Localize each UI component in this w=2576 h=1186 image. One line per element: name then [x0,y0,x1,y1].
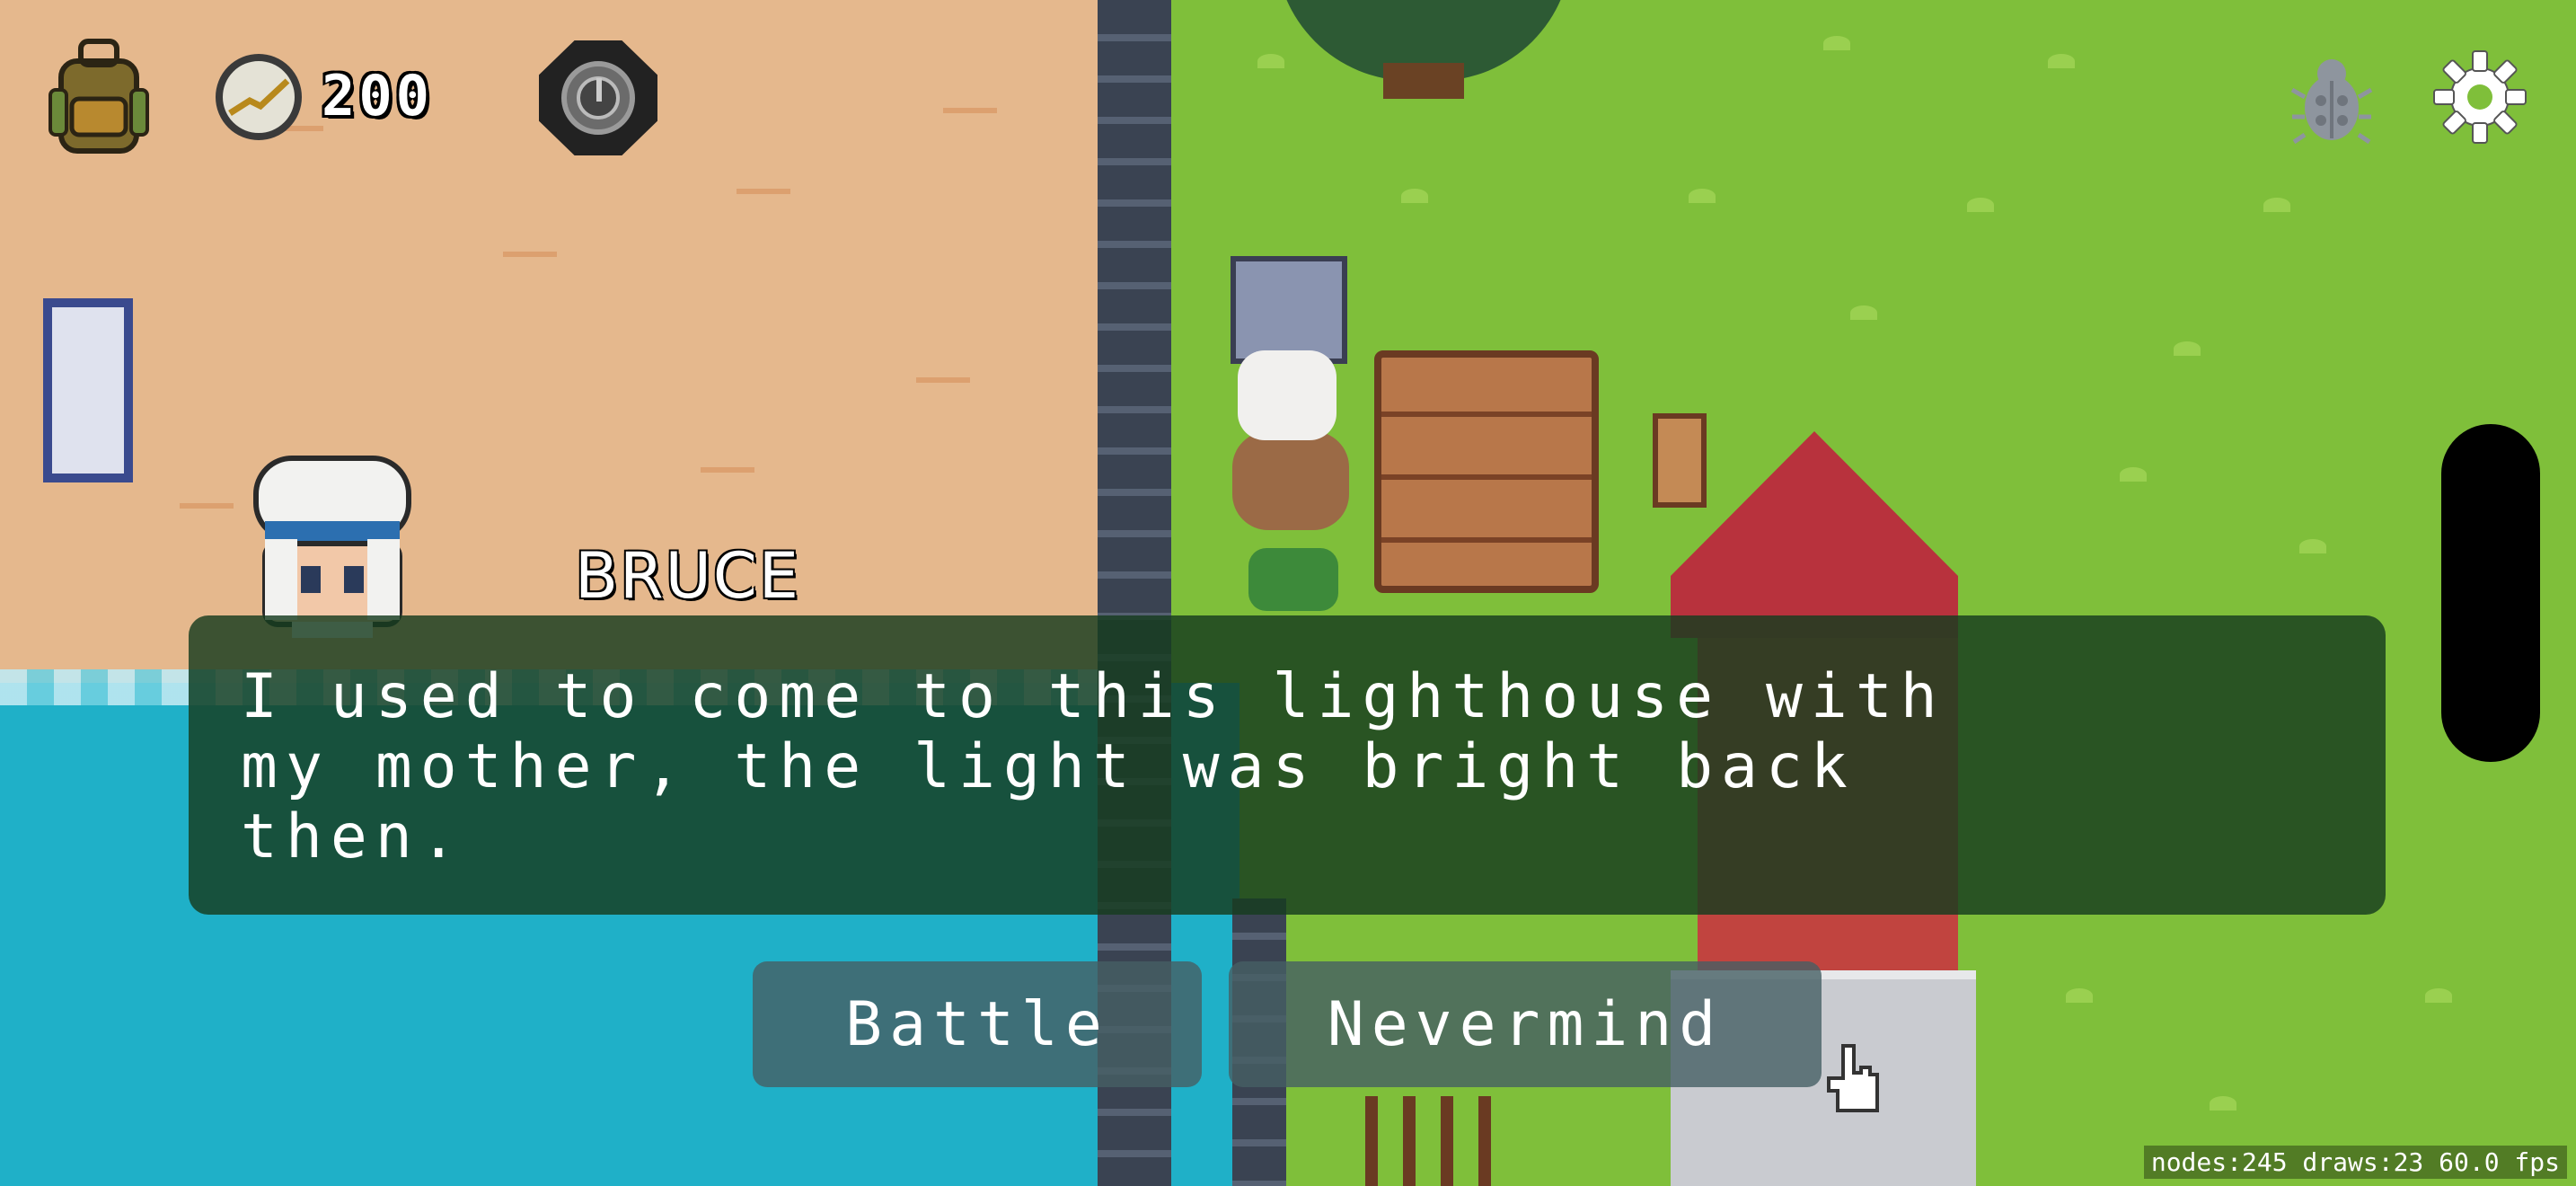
grass-tuft [1689,189,1716,203]
sand-detail [503,252,557,257]
hand-cursor-icon [1823,1042,1886,1114]
sand-detail [701,467,754,473]
dialog-box[interactable]: I used to come to this lighthouse with m… [189,615,2386,915]
bug-icon[interactable] [2289,52,2375,146]
grass-tuft [1401,189,1428,203]
tree-trunk [1383,63,1464,99]
grass-tuft [1823,36,1850,50]
wooden-fence [1365,1096,1491,1186]
npc-bruce-body[interactable] [1232,431,1349,530]
coin-icon [216,54,302,140]
nevermind-button[interactable]: Nevermind [1229,961,1822,1087]
grass-tuft [2210,1096,2236,1111]
grass-tuft [2048,54,2075,68]
npc-cart [1231,256,1347,364]
grass-tuft [2263,198,2290,212]
grass-tuft [2425,988,2452,1003]
coin-count: 200 [322,63,433,128]
grass-tuft [1967,198,1994,212]
lighthouse-roof [1671,431,1958,638]
grass-tuft [2174,341,2201,356]
sand-detail [737,189,790,194]
side-handle [2441,424,2540,762]
player-character [1248,548,1338,611]
grass-tuft [2299,539,2326,553]
grass-tuft [1257,54,1284,68]
grass-tuft [2120,467,2147,482]
grass-tuft [2066,988,2093,1003]
npc-bruce-head[interactable] [1238,350,1337,440]
dialog-text: I used to come to this lighthouse with m… [241,661,1945,872]
gear-icon[interactable] [2432,49,2527,145]
grass-tuft [1850,305,1877,320]
backpack-icon[interactable] [45,36,153,157]
wooden-chair [1653,413,1707,508]
battle-button[interactable]: Battle [753,961,1202,1087]
speaker-name: BRUCE [575,539,801,613]
beach-towel [43,298,133,482]
debug-stats: nodes:245 draws:23 60.0 fps [2143,1146,2567,1179]
speaker-portrait [229,449,436,642]
wooden-table [1374,350,1599,593]
sand-detail [916,377,970,383]
sand-detail [943,108,997,113]
sand-detail [180,503,234,509]
